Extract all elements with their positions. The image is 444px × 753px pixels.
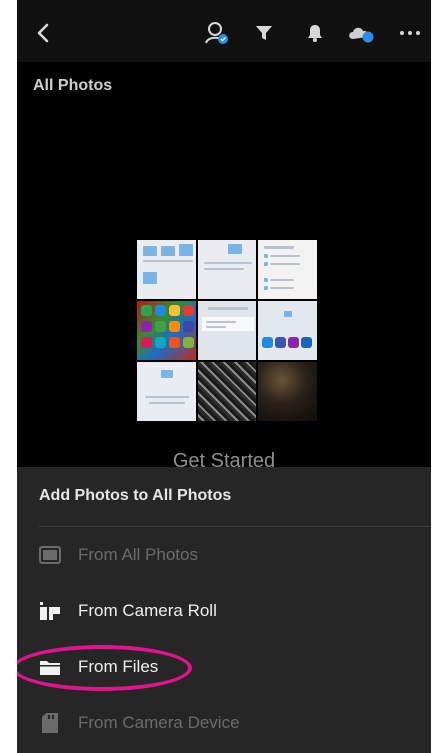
- more-horizontal-icon: [400, 31, 420, 35]
- sd-card-icon: [39, 712, 61, 734]
- collage-tile: [258, 301, 317, 360]
- empty-state-collage: [137, 240, 317, 421]
- menu-item-label: From All Photos: [78, 545, 198, 564]
- album-title: All Photos: [33, 77, 113, 94]
- people-search-button[interactable]: [203, 21, 231, 45]
- highlight-annotation: [17, 645, 192, 691]
- collage-tile: [258, 240, 317, 299]
- add-photos-sheet: Add Photos to All Photos From All Photos: [17, 467, 431, 753]
- collage-tile: [137, 301, 196, 360]
- sheet-divider: [39, 526, 431, 527]
- bell-icon: [308, 25, 322, 42]
- menu-item-label: From Camera Device: [78, 713, 240, 732]
- menu-item-from-camera-device[interactable]: From Camera Device: [17, 703, 431, 743]
- app-screen: All Photos Get Started Add Photos to All…: [17, 0, 431, 753]
- notifications-button[interactable]: [303, 21, 327, 45]
- collage-tile: [258, 362, 317, 421]
- menu-item-label: From Camera Roll: [78, 601, 217, 620]
- collage-tile: [197, 301, 257, 360]
- collage-tile: [197, 240, 257, 299]
- menu-item-from-camera-roll[interactable]: From Camera Roll: [17, 591, 431, 631]
- collage-tile: [137, 240, 196, 299]
- person-search-icon: [205, 22, 228, 44]
- menu-item-from-all-photos[interactable]: From All Photos: [17, 535, 431, 575]
- more-button[interactable]: [397, 21, 423, 45]
- photo-icon: [39, 544, 61, 566]
- filter-icon: [256, 26, 272, 40]
- filter-button[interactable]: [252, 21, 276, 45]
- collage-tile: [197, 362, 257, 421]
- cloud-sync-button[interactable]: [346, 21, 376, 45]
- back-button[interactable]: [31, 21, 55, 45]
- collage-tile: [137, 362, 196, 421]
- top-toolbar: [17, 0, 431, 62]
- camera-roll-icon: [39, 600, 61, 622]
- sheet-title: Add Photos to All Photos: [39, 487, 232, 504]
- cloud-sync-icon: [349, 27, 374, 43]
- chevron-left-icon: [37, 23, 49, 43]
